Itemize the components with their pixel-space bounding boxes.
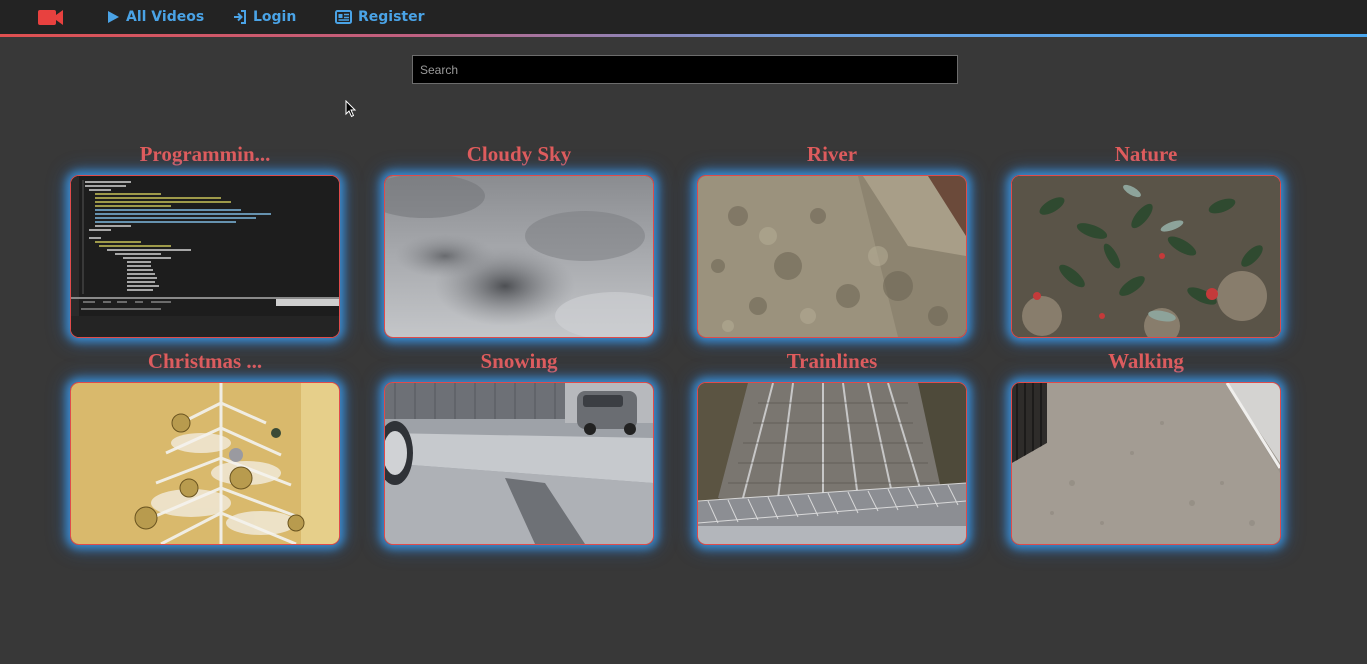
video-camera-icon[interactable] — [36, 8, 64, 26]
video-title[interactable]: Cloudy Sky — [384, 141, 654, 167]
video-title[interactable]: Walking — [1011, 348, 1281, 374]
video-title[interactable]: River — [697, 141, 967, 167]
video-title[interactable]: Snowing — [384, 348, 654, 374]
id-card-icon — [335, 10, 352, 24]
video-title[interactable]: Christmas ... — [70, 348, 340, 374]
video-title[interactable]: Programmin... — [70, 141, 340, 167]
nav-login-link[interactable]: Login — [233, 8, 296, 26]
nav-register-label: Register — [358, 9, 425, 25]
nav-all-videos-label: All Videos — [126, 9, 205, 25]
play-icon — [108, 11, 119, 23]
video-thumbnail[interactable] — [697, 175, 967, 338]
video-title[interactable]: Trainlines — [697, 348, 967, 374]
video-thumbnail[interactable] — [384, 175, 654, 338]
video-thumbnail[interactable] — [1011, 175, 1281, 338]
video-thumbnail[interactable] — [384, 382, 654, 545]
video-thumbnail[interactable] — [1011, 382, 1281, 545]
video-title[interactable]: Nature — [1011, 141, 1281, 167]
search-input[interactable] — [412, 55, 958, 84]
mouse-cursor-icon — [345, 100, 357, 118]
navbar: All Videos Login Register — [0, 0, 1367, 34]
video-thumbnail[interactable] — [70, 175, 340, 338]
navbar-divider — [0, 34, 1367, 37]
nav-all-videos-link[interactable]: All Videos — [106, 8, 204, 26]
nav-register-link[interactable]: Register — [335, 8, 425, 26]
login-icon — [234, 10, 246, 24]
video-thumbnail[interactable] — [70, 382, 340, 545]
nav-login-label: Login — [253, 9, 297, 25]
video-thumbnail[interactable] — [697, 382, 967, 545]
